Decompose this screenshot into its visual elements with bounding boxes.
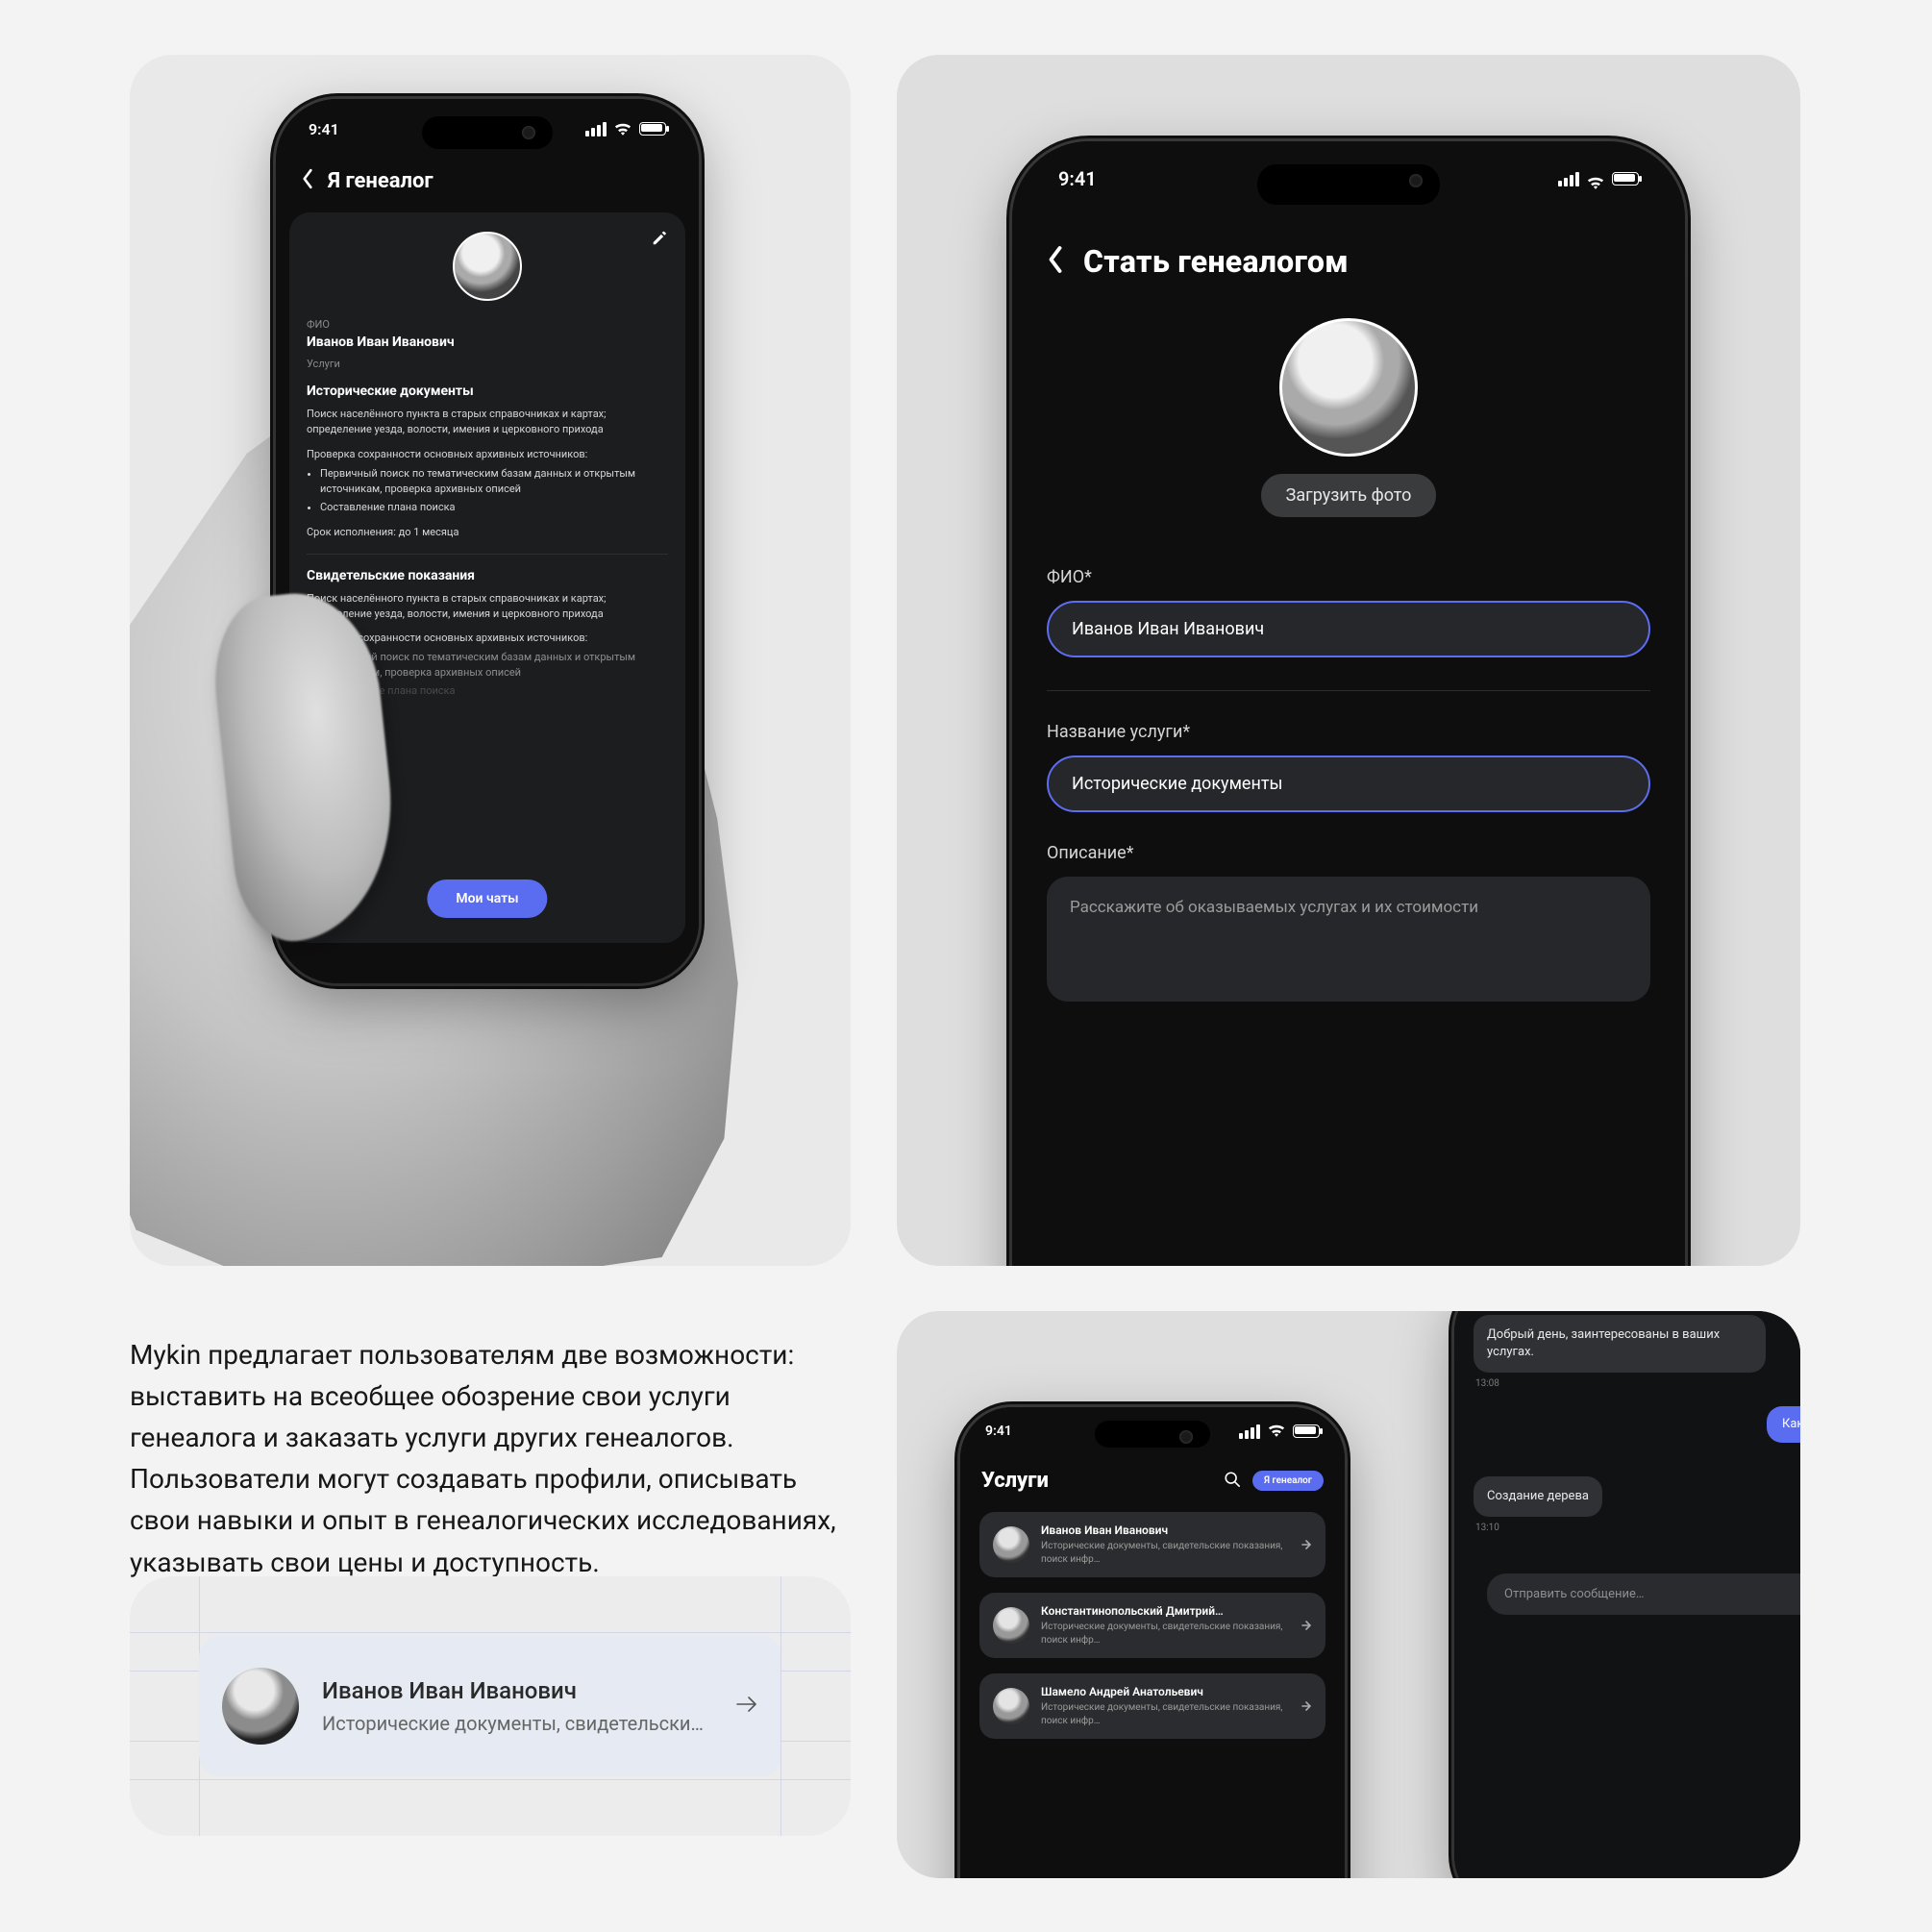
provider-name: Иванов Иван Иванович bbox=[322, 1677, 712, 1704]
fio-input[interactable]: Иванов Иван Иванович bbox=[1047, 601, 1650, 657]
message-input[interactable]: Отправить сообщение… bbox=[1487, 1573, 1800, 1615]
my-chats-button[interactable]: Мои чаты bbox=[427, 879, 547, 918]
signal-icon bbox=[1239, 1424, 1260, 1439]
status-time: 9:41 bbox=[985, 1424, 1012, 1439]
page-title: Услуги bbox=[981, 1469, 1049, 1493]
service-title: Свидетельские показания bbox=[307, 568, 668, 583]
arrow-right-icon bbox=[1300, 1617, 1312, 1635]
edit-icon[interactable] bbox=[651, 230, 668, 251]
service-title: Исторические документы bbox=[307, 384, 668, 399]
avatar bbox=[993, 1607, 1029, 1644]
chat-message-incoming: Создание дерева bbox=[1474, 1476, 1602, 1517]
service-name-label: Название услуги* bbox=[1047, 722, 1650, 742]
service-bullet: Составление плана поиска bbox=[320, 500, 668, 515]
description-textarea[interactable]: Расскажите об оказываемых услугах и их с… bbox=[1047, 877, 1650, 1002]
fio-label: ФИО bbox=[307, 318, 668, 331]
back-icon[interactable] bbox=[1047, 245, 1064, 278]
arrow-right-icon bbox=[1300, 1536, 1312, 1554]
provider-name: Константинопольский Дмитрий… bbox=[1041, 1604, 1289, 1618]
provider-card[interactable]: Константинопольский Дмитрий… Исторически… bbox=[979, 1593, 1325, 1658]
signal-icon bbox=[1558, 172, 1579, 186]
panel-profile-preview: 9:41 Я генеалог bbox=[130, 55, 851, 1266]
battery-icon bbox=[639, 122, 666, 136]
avatar bbox=[993, 1688, 1029, 1724]
fio-value: Иванов Иван Иванович bbox=[307, 334, 668, 350]
chat-timestamp: 13:08 bbox=[1475, 1378, 1800, 1389]
service-bullet: Первичный поиск по тематическим базам да… bbox=[320, 466, 668, 497]
phone-services: 9:41 Услуги Я генеалог bbox=[960, 1407, 1345, 1878]
service-term: Срок исполнения: до 1 месяца bbox=[307, 525, 668, 540]
provider-services: Исторические документы, свидетельские по… bbox=[1041, 1621, 1289, 1647]
panel-card-sample: Иванов Иван Иванович Исторические докуме… bbox=[130, 1576, 851, 1836]
provider-name: Шамело Андрей Анатольевич bbox=[1041, 1685, 1289, 1698]
battery-icon bbox=[1293, 1424, 1320, 1438]
chat-message-outgoing: Какие? bbox=[1767, 1406, 1800, 1443]
arrow-right-icon bbox=[735, 1695, 758, 1718]
provider-services: Исторические документы, свидетельские по… bbox=[1041, 1540, 1289, 1566]
upload-photo-button[interactable]: Загрузить фото bbox=[1261, 474, 1437, 517]
avatar bbox=[453, 232, 522, 301]
status-time: 9:41 bbox=[309, 120, 339, 138]
wifi-icon bbox=[1587, 172, 1604, 186]
avatar bbox=[1279, 318, 1418, 457]
back-icon[interactable] bbox=[301, 168, 314, 193]
wifi-icon bbox=[614, 122, 632, 136]
phone-form: 9:41 Стать генеалогом Загрузить фото bbox=[1012, 141, 1685, 1266]
provider-card[interactable]: Шамело Андрей Анатольевич Исторические д… bbox=[979, 1673, 1325, 1739]
avatar bbox=[222, 1668, 299, 1745]
fio-label: ФИО* bbox=[1047, 567, 1650, 587]
battery-icon bbox=[1612, 172, 1639, 186]
service-name-input[interactable]: Исторические документы bbox=[1047, 755, 1650, 812]
chat-timestamp: 13:10 bbox=[1475, 1523, 1800, 1533]
avatar bbox=[993, 1526, 1029, 1563]
marketing-description: Mykin предлагает пользователям две возмо… bbox=[130, 1334, 851, 1583]
search-icon[interactable] bbox=[1224, 1471, 1241, 1492]
page-title: Я генеалог bbox=[328, 169, 433, 193]
status-time: 9:41 bbox=[1058, 167, 1097, 190]
i-am-genealogist-badge[interactable]: Я генеалог bbox=[1252, 1471, 1324, 1491]
service-desc: Поиск населённого пункта в старых справо… bbox=[307, 591, 668, 622]
page-title: Стать генеалогом bbox=[1083, 243, 1349, 280]
provider-services: Исторические документы, свидетельские по… bbox=[1041, 1701, 1289, 1727]
arrow-right-icon bbox=[1300, 1697, 1312, 1716]
chat-message-incoming: Добрый день, заинтересованы в ваших услу… bbox=[1474, 1315, 1766, 1373]
provider-card[interactable]: Иванов Иван Иванович Исторические докуме… bbox=[979, 1512, 1325, 1577]
provider-name: Иванов Иван Иванович bbox=[1041, 1523, 1289, 1537]
service-desc: Поиск населённого пункта в старых справо… bbox=[307, 407, 668, 437]
panel-become-genealogist: 9:41 Стать генеалогом Загрузить фото bbox=[897, 55, 1800, 1266]
service-desc: Проверка сохранности основных архивных и… bbox=[307, 447, 668, 462]
panel-services-and-chat: Добрый день, заинтересованы в ваших услу… bbox=[897, 1311, 1800, 1878]
services-label: Услуги bbox=[307, 358, 668, 370]
provider-card[interactable]: Иванов Иван Иванович Исторические докуме… bbox=[199, 1636, 781, 1776]
phone-chat: Добрый день, заинтересованы в ваших услу… bbox=[1454, 1311, 1800, 1878]
provider-services: Исторические документы, свидетельские по… bbox=[322, 1712, 712, 1735]
description-label: Описание* bbox=[1047, 843, 1650, 863]
signal-icon bbox=[585, 122, 607, 136]
hand-holding-phone: 9:41 Я генеалог bbox=[130, 55, 851, 1266]
wifi-icon bbox=[1268, 1424, 1285, 1438]
